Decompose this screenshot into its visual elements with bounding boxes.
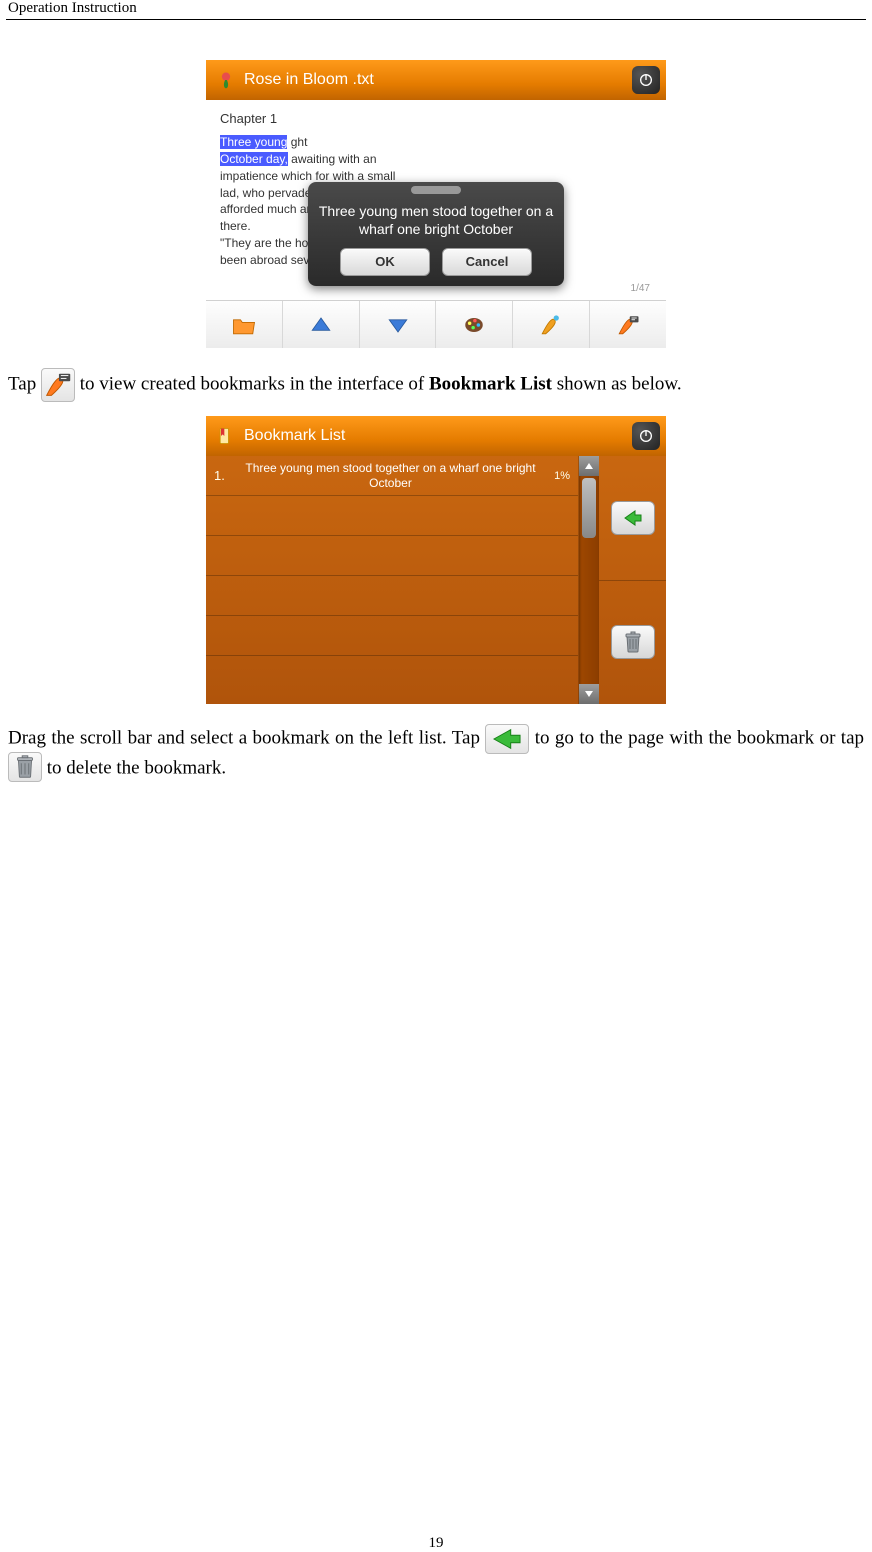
reader-body: Chapter 1 Three young ght October day, a… bbox=[206, 100, 666, 300]
bookmarks-list-icon bbox=[41, 368, 75, 402]
bookmark-row[interactable]: 1. Three young men stood together on a w… bbox=[206, 456, 578, 496]
delete-bookmark-button[interactable] bbox=[599, 581, 666, 705]
ok-button[interactable]: OK bbox=[340, 248, 430, 276]
page-number: 19 bbox=[0, 1535, 872, 1552]
go-arrow-icon bbox=[485, 724, 529, 754]
bookmark-row-empty bbox=[206, 496, 578, 536]
rose-icon bbox=[216, 70, 236, 90]
header-rule bbox=[6, 19, 866, 20]
bookmark-row-empty bbox=[206, 576, 578, 616]
bookmark-dialog: Three young men stood together on a whar… bbox=[308, 182, 564, 286]
page-up-button[interactable] bbox=[283, 301, 360, 348]
bookmark-row-empty bbox=[206, 616, 578, 656]
bookmark-right-column bbox=[578, 456, 666, 704]
bookmark-title: Bookmark List bbox=[244, 427, 656, 445]
para-drag-scroll: Drag the scroll bar and select a bookmar… bbox=[8, 724, 864, 784]
bookmark-title-bar: Bookmark List bbox=[206, 416, 666, 456]
bookmark-title-icon bbox=[216, 426, 236, 446]
view-bookmarks-button[interactable] bbox=[590, 301, 666, 348]
bookmark-power-button[interactable] bbox=[632, 422, 660, 450]
bookmark-list: 1. Three young men stood together on a w… bbox=[206, 456, 578, 704]
trash-icon bbox=[8, 752, 42, 782]
header-title: Operation Instruction bbox=[8, 0, 137, 17]
bookmark-list-screenshot: Bookmark List 1. Three young men stood t… bbox=[206, 416, 666, 704]
reader-screenshot: Rose in Bloom .txt Chapter 1 Three young… bbox=[206, 60, 666, 348]
dialog-text: Three young men stood together on a whar… bbox=[318, 202, 554, 238]
bookmark-body: 1. Three young men stood together on a w… bbox=[206, 456, 666, 704]
reader-progress: 1/47 bbox=[631, 282, 650, 296]
add-bookmark-button[interactable] bbox=[513, 301, 590, 348]
reader-title-bar: Rose in Bloom .txt bbox=[206, 60, 666, 100]
scrollbar[interactable] bbox=[579, 456, 599, 704]
reader-chapter: Chapter 1 bbox=[220, 110, 652, 128]
scroll-thumb[interactable] bbox=[582, 478, 596, 538]
dialog-drag-handle[interactable] bbox=[411, 186, 461, 194]
bookmark-row-empty bbox=[206, 656, 578, 696]
page-down-button[interactable] bbox=[360, 301, 437, 348]
scroll-up-icon[interactable] bbox=[579, 456, 599, 476]
reader-title: Rose in Bloom .txt bbox=[244, 71, 656, 89]
reader-toolbar bbox=[206, 300, 666, 348]
para-tap-bookmarks: Tap to view created bookmarks in the int… bbox=[8, 368, 864, 402]
scroll-down-icon[interactable] bbox=[579, 684, 599, 704]
go-to-bookmark-button[interactable] bbox=[599, 456, 666, 581]
cancel-button[interactable]: Cancel bbox=[442, 248, 532, 276]
power-button[interactable] bbox=[632, 66, 660, 94]
bookmark-row-empty bbox=[206, 536, 578, 576]
theme-button[interactable] bbox=[436, 301, 513, 348]
folder-button[interactable] bbox=[206, 301, 283, 348]
